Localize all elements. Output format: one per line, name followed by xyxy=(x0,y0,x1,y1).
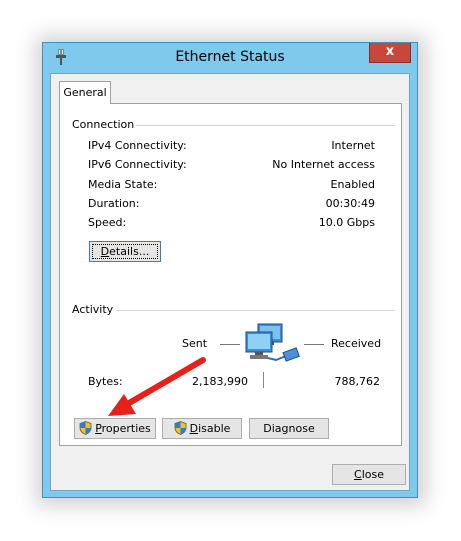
ethernet-status-window: Ethernet Status x General Connection IPv… xyxy=(42,42,418,498)
connection-group-line xyxy=(136,125,395,126)
ipv6-connectivity-value: No Internet access xyxy=(272,158,375,171)
details-button-label: etails... xyxy=(109,245,150,258)
bytes-sent-value: 2,183,990 xyxy=(192,375,248,388)
received-dash xyxy=(304,344,324,345)
activity-group-line xyxy=(116,310,395,311)
uac-shield-icon xyxy=(79,421,92,435)
close-button[interactable]: Close xyxy=(332,464,406,485)
dialog-client-area: General Connection IPv4 Connectivity: In… xyxy=(50,73,410,491)
network-computers-icon xyxy=(245,323,300,362)
speed-value: 10.0 Gbps xyxy=(318,216,375,229)
close-window-button[interactable]: x xyxy=(369,43,411,63)
media-state-value: Enabled xyxy=(330,178,375,191)
duration-label: Duration: xyxy=(88,197,140,210)
diagnose-button[interactable]: Diagnose xyxy=(249,418,329,439)
sent-label: Sent xyxy=(182,337,208,350)
disable-button-label: isable xyxy=(198,422,231,435)
ipv4-connectivity-label: IPv4 Connectivity: xyxy=(88,139,187,152)
bytes-received-value: 788,762 xyxy=(334,375,381,388)
disable-button[interactable]: Disable xyxy=(162,418,242,439)
bytes-divider xyxy=(263,372,264,388)
bytes-label: Bytes: xyxy=(88,375,123,388)
uac-shield-icon xyxy=(174,421,186,435)
close-icon: x xyxy=(385,44,395,59)
general-tab-panel: Connection IPv4 Connectivity: Internet I… xyxy=(59,103,402,446)
duration-value: 00:30:49 xyxy=(325,197,375,210)
media-state-label: Media State: xyxy=(88,178,158,191)
activity-group-title: Activity xyxy=(72,303,114,316)
properties-button-label: roperties xyxy=(101,422,151,435)
properties-button[interactable]: Properties xyxy=(74,418,156,439)
title-bar[interactable]: Ethernet Status x xyxy=(43,43,417,73)
close-button-mnemonic: C xyxy=(354,468,362,481)
received-label: Received xyxy=(331,337,382,350)
window-title: Ethernet Status xyxy=(175,49,285,65)
details-button-mnemonic: D xyxy=(100,245,110,258)
close-button-label: lose xyxy=(361,468,384,481)
speed-label: Speed: xyxy=(88,216,127,229)
tab-general[interactable]: General xyxy=(59,81,111,104)
details-button[interactable]: Details... xyxy=(89,241,161,262)
disable-button-mnemonic: D xyxy=(189,422,199,435)
sent-dash xyxy=(220,344,240,345)
ipv6-connectivity-label: IPv6 Connectivity: xyxy=(88,158,187,171)
connection-group-title: Connection xyxy=(72,118,135,131)
ipv4-connectivity-value: Internet xyxy=(331,139,375,152)
